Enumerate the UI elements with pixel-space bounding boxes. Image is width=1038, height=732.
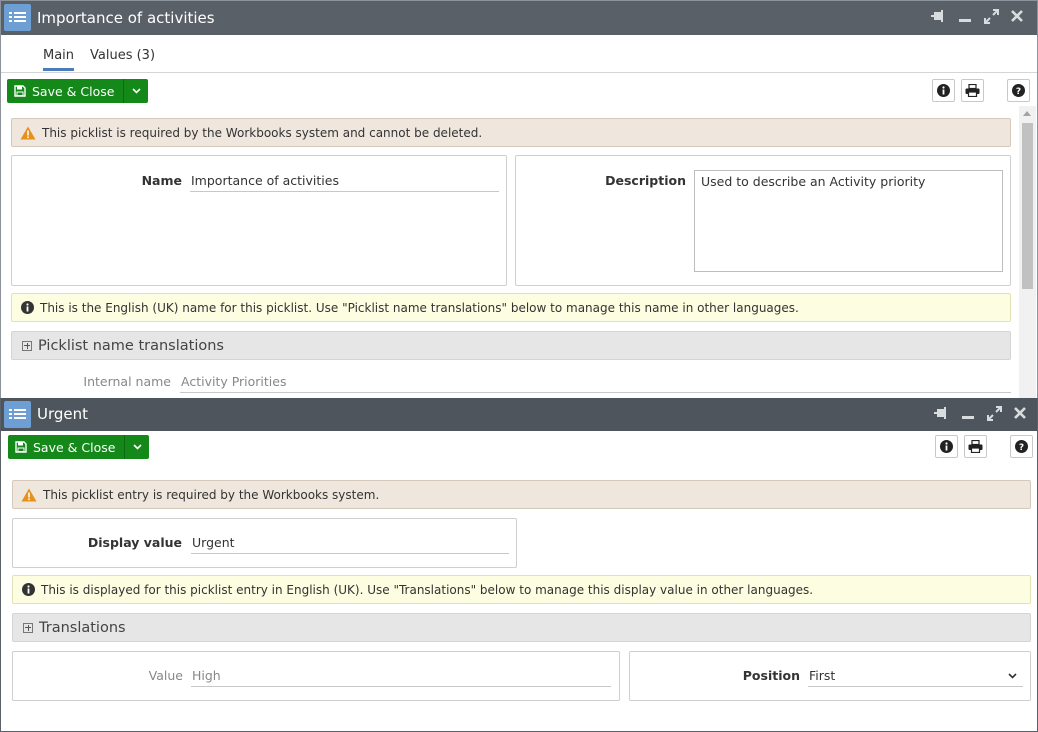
value-label: Value (148, 668, 183, 683)
floppy-icon (15, 441, 27, 453)
warning-banner: This picklist is required by the Workboo… (11, 118, 1011, 147)
pin-icon[interactable] (933, 406, 951, 424)
info-text: This is displayed for this picklist entr… (41, 582, 814, 597)
display-value-input[interactable]: Urgent (191, 532, 509, 554)
info-button[interactable] (932, 79, 955, 102)
print-button[interactable] (964, 435, 987, 458)
help-icon: ? (1015, 440, 1028, 453)
display-value-panel: Display value Urgent (12, 518, 517, 568)
chevron-down-icon (133, 444, 142, 450)
print-icon (965, 84, 980, 97)
floppy-icon (14, 85, 26, 97)
list-icon (4, 401, 31, 428)
scroll-up-icon[interactable] (1023, 111, 1031, 116)
warning-banner: This picklist entry is required by the W… (12, 480, 1031, 509)
picklist-window: Importance of activities Main Values (3)… (0, 0, 1038, 400)
save-close-group: Save & Close (7, 79, 149, 103)
value-field: High (191, 665, 611, 687)
position-select[interactable]: First (808, 665, 1023, 687)
window-title: Urgent (37, 405, 89, 423)
warning-icon (21, 488, 37, 501)
tab-values[interactable]: Values (3) (90, 48, 155, 63)
scrollbar[interactable] (1019, 106, 1036, 399)
close-icon[interactable] (1008, 9, 1026, 27)
description-label: Description (605, 173, 686, 188)
save-close-label: Save & Close (32, 83, 115, 99)
help-button[interactable]: ? (1010, 435, 1033, 458)
help-button[interactable]: ? (1007, 79, 1030, 102)
help-icon: ? (1012, 84, 1025, 97)
print-icon (968, 440, 983, 453)
info-banner: This is the English (UK) name for this p… (11, 293, 1011, 322)
name-input[interactable]: Importance of activities (190, 170, 499, 192)
svg-text:?: ? (1016, 87, 1021, 97)
minimize-icon[interactable] (956, 9, 974, 27)
expand-icon (23, 622, 33, 633)
minimize-icon[interactable] (959, 406, 977, 424)
maximize-icon[interactable] (982, 9, 1000, 27)
maximize-icon[interactable] (985, 406, 1003, 424)
position-value: First (809, 668, 836, 683)
svg-text:?: ? (1019, 443, 1024, 453)
section-label: Translations (39, 619, 126, 636)
tab-main[interactable]: Main (43, 48, 75, 71)
warning-text: This picklist entry is required by the W… (43, 487, 380, 502)
close-icon[interactable] (1011, 406, 1029, 424)
internal-name-label: Internal name (83, 374, 171, 389)
display-value-label: Display value (87, 535, 182, 550)
info-icon (21, 301, 34, 314)
position-panel: Position First (629, 651, 1031, 701)
chevron-down-icon (132, 88, 141, 94)
save-options-dropdown[interactable] (125, 435, 150, 459)
info-button[interactable] (935, 435, 958, 458)
value-panel: Value High (12, 651, 620, 701)
chevron-down-icon (1008, 673, 1017, 679)
warning-icon (20, 126, 36, 139)
info-icon (937, 84, 950, 97)
save-close-button[interactable]: Save & Close (8, 435, 126, 459)
window-titlebar[interactable]: Urgent (1, 398, 1037, 431)
save-options-dropdown[interactable] (124, 79, 149, 103)
print-button[interactable] (961, 79, 984, 102)
window-title: Importance of activities (37, 9, 215, 27)
save-close-group: Save & Close (8, 435, 150, 459)
info-banner: This is displayed for this picklist entr… (12, 575, 1031, 604)
warning-text: This picklist is required by the Workboo… (42, 125, 483, 140)
section-label: Picklist name translations (38, 337, 224, 354)
save-close-label: Save & Close (33, 439, 116, 455)
window-titlebar[interactable]: Importance of activities (1, 1, 1037, 35)
info-text: This is the English (UK) name for this p… (40, 300, 799, 315)
name-label: Name (141, 173, 182, 188)
description-textarea[interactable]: Used to describe an Activity priority (694, 170, 1003, 272)
picklist-entry-window: Urgent Save & Close ? This picklist entr… (0, 398, 1038, 732)
internal-name-field: Activity Priorities (180, 371, 1011, 393)
translations-section[interactable]: Translations (12, 613, 1031, 642)
expand-icon (22, 340, 32, 351)
save-close-button[interactable]: Save & Close (7, 79, 125, 103)
list-icon (4, 4, 31, 31)
pin-icon[interactable] (930, 9, 948, 27)
position-label: Position (742, 668, 800, 683)
name-panel: Name Importance of activities (11, 155, 507, 286)
tab-bar: Main Values (3) (1, 35, 1037, 73)
scroll-thumb[interactable] (1022, 123, 1033, 289)
info-icon (22, 583, 35, 596)
info-icon (940, 440, 953, 453)
picklist-name-translations-section[interactable]: Picklist name translations (11, 331, 1011, 360)
description-panel: Description Used to describe an Activity… (515, 155, 1011, 286)
